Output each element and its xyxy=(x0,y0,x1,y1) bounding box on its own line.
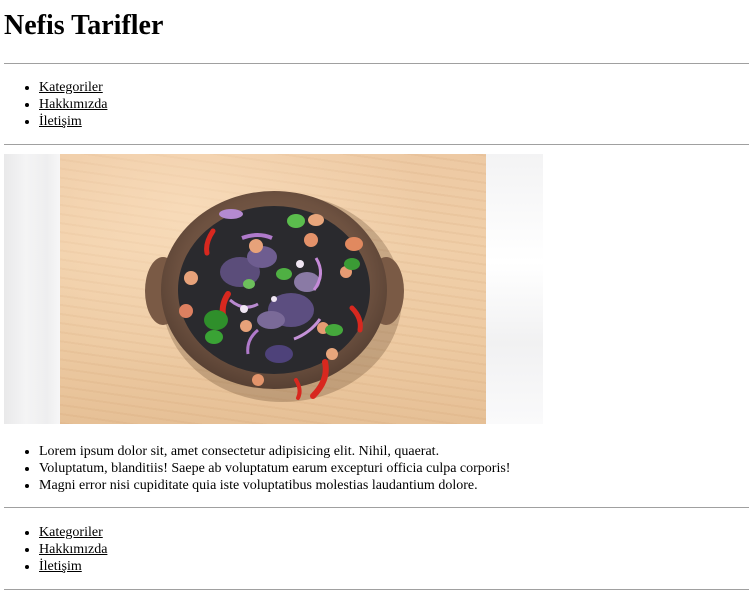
footer-nav-item-hakkimizda: Hakkımızda xyxy=(39,541,107,558)
list-item: Magni error nisi cupiditate quia iste vo… xyxy=(39,477,510,494)
site-title: Nefis Tarifler xyxy=(4,10,164,41)
nav-link-iletisim[interactable]: İletişim xyxy=(39,114,82,129)
nav-item-iletisim: İletişim xyxy=(39,113,107,130)
salad-bowl-illustration xyxy=(145,191,404,402)
nav-item-hakkimizda: Hakkımızda xyxy=(39,96,107,113)
nav-link-kategoriler[interactable]: Kategoriler xyxy=(39,80,103,95)
footer-nav-item-iletisim: İletişim xyxy=(39,558,107,575)
nav-link-hakkimizda[interactable]: Hakkımızda xyxy=(39,97,107,112)
nav-item-kategoriler: Kategoriler xyxy=(39,79,107,96)
content-divider xyxy=(4,507,749,508)
footer-link-iletisim[interactable]: İletişim xyxy=(39,559,82,574)
footer-link-hakkimizda[interactable]: Hakkımızda xyxy=(39,542,107,557)
header-divider xyxy=(4,63,749,64)
nav-divider xyxy=(4,144,749,145)
footer-nav: Kategoriler Hakkımızda İletişim xyxy=(4,524,107,575)
footer-nav-item-kategoriler: Kategoriler xyxy=(39,524,107,541)
content-list: Lorem ipsum dolor sit, amet consectetur … xyxy=(4,443,510,494)
footer-divider xyxy=(4,589,749,590)
list-item: Lorem ipsum dolor sit, amet consectetur … xyxy=(39,443,510,460)
hero-image xyxy=(4,154,543,424)
header-nav: Kategoriler Hakkımızda İletişim xyxy=(4,79,107,130)
footer-link-kategoriler[interactable]: Kategoriler xyxy=(39,525,103,540)
list-item: Voluptatum, blanditiis! Saepe ab volupta… xyxy=(39,460,510,477)
